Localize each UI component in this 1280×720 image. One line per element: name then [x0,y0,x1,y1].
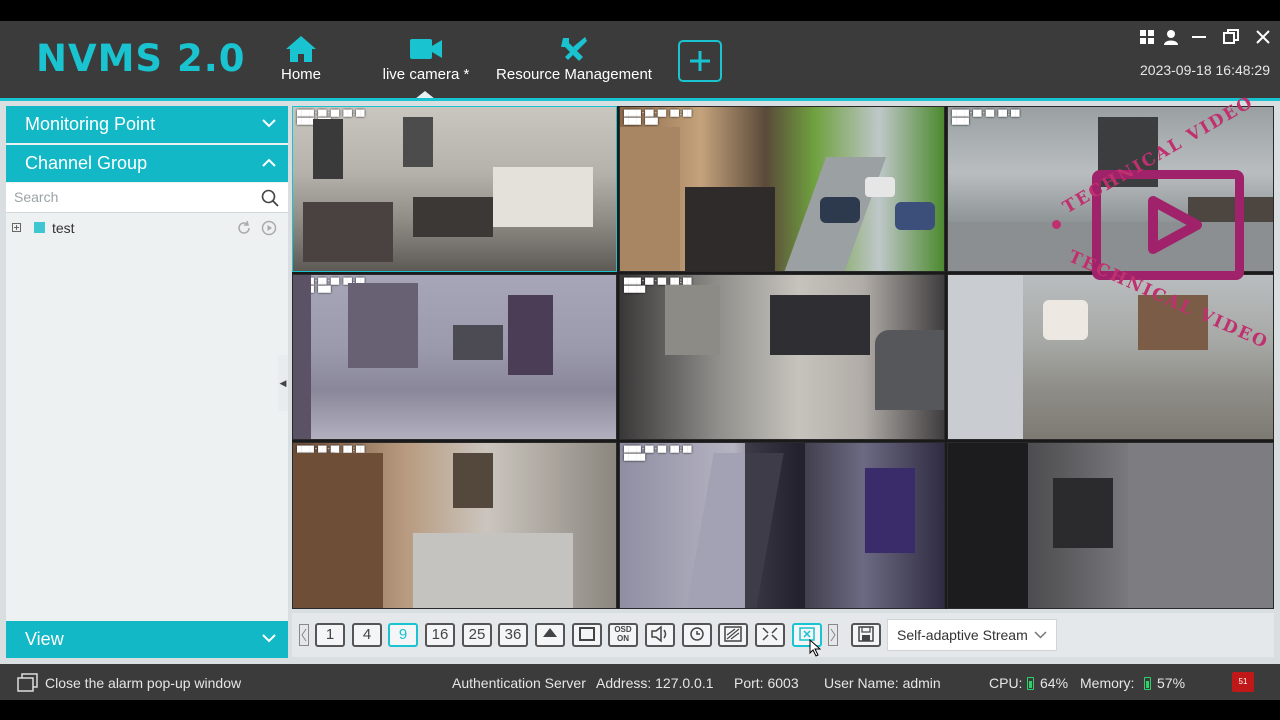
layout-25-button[interactable]: 25 [462,623,492,647]
scroll-left-icon[interactable] [299,624,309,646]
osd-overlay: ▇▇▇▇-▇▇-▇▇ ▇▇:▇▇▇▇▇▇ [952,109,1020,125]
restore-icon[interactable] [1223,29,1239,45]
layout-9-button[interactable]: 9 [388,623,418,647]
minimize-icon[interactable] [1191,29,1207,45]
audio-button[interactable] [645,623,675,647]
layout-36-button[interactable]: 36 [498,623,528,647]
memory-meter: 57% [1144,675,1185,691]
user-icon[interactable] [1163,29,1179,45]
search-input[interactable] [14,183,254,211]
view-label: View [25,629,64,649]
fit-window-button[interactable] [755,623,785,647]
group-icon [34,222,45,233]
popup-window-icon[interactable] [17,673,38,692]
play-icon [1148,196,1202,254]
tree-item-test[interactable]: test [6,218,288,238]
nav-home[interactable]: Home [276,35,326,95]
layout-4-button[interactable]: 4 [352,623,382,647]
video-camera-icon [410,39,442,59]
sidebar-collapse-handle[interactable]: ◀ [278,355,288,411]
video-tile[interactable]: ▇▇▇▇-▇▇-▇▇ ▇▇:▇▇▇▇▇▇▇ [619,274,945,440]
stream-select-value: Self-adaptive Stream [897,627,1028,643]
search-icon[interactable] [261,189,279,207]
add-tab-button[interactable] [678,40,722,82]
video-tile[interactable]: ▇▇▇▇-▇▇-▇▇ ▇▇:▇▇▇▇▇▇ ▇▇▇ [292,106,617,272]
expand-arrows-icon [762,627,778,641]
fullscreen-button[interactable] [572,623,602,647]
clock: 2023-09-18 16:48:29 [1140,62,1270,78]
app-logo: NVMS 2.0 [36,37,246,80]
video-tile[interactable]: ▇▇▇▇-▇▇-▇▇ ▇▇:▇▇▇▇▇▇ [947,442,1274,609]
close-icon[interactable] [1255,29,1271,45]
video-tile[interactable]: ▇▇▇▇-▇▇-▇▇ ▇▇:▇▇▇▇▇▇ ▇▇▇ [619,106,945,272]
chevron-up-icon [262,158,276,167]
search-box [6,183,288,213]
app-window: NVMS 2.0 Home live camera * Resource Man… [0,0,1280,720]
snapshot-button[interactable] [682,623,712,647]
view-header[interactable]: View [6,621,288,658]
save-icon [858,626,874,642]
cpu-value: 64% [1040,675,1069,691]
eject-button[interactable] [535,623,565,647]
status-bar: Close the alarm pop-up window Authentica… [0,664,1280,700]
plus-icon [690,51,710,71]
channel-group-label: Channel Group [25,153,148,173]
chevron-down-icon [262,634,276,643]
video-tile[interactable]: ▇▇▇▇-▇▇-▇▇ ▇▇:▇▇▇▇▇▇▇ [619,442,945,609]
auth-server-label: Authentication Server [452,675,586,691]
video-tile[interactable]: ▇▇▇▇-▇▇-▇▇ ▇▇:▇▇▇▇▇▇ ▇▇▇▇ [292,442,617,609]
video-tile[interactable]: ▇▇▇▇-▇▇-▇▇ ▇▇:▇▇▇▇▇▇▇ [947,274,1274,440]
play-circle-icon[interactable] [261,220,277,236]
close-alarm-popup-link[interactable]: Close the alarm pop-up window [45,675,241,691]
expand-icon[interactable] [12,223,21,232]
speaker-icon [651,625,667,643]
refresh-icon[interactable] [236,220,252,236]
layout-1-button[interactable]: 1 [315,623,345,647]
nav-home-label: Home [280,66,321,83]
eject-icon [543,628,557,637]
nav-resource-management[interactable]: Resource Management [492,35,656,95]
osd-overlay: ▇▇▇▇-▇▇-▇▇ ▇▇:▇▇▇▇▇▇▇ [624,445,692,461]
live-toolbar: 1 4 9 16 25 36 OSD ON Self-adaptive Stre… [292,613,1274,657]
fisheye-button[interactable] [718,623,748,647]
title-bar: NVMS 2.0 Home live camera * Resource Man… [0,21,1280,99]
chevron-down-icon [262,119,276,128]
tree-item-label: test [52,220,75,236]
battery-icon [1144,677,1151,690]
chevron-down-icon [1034,631,1047,639]
screen-icon [579,627,595,641]
memory-value: 57% [1157,675,1186,691]
osd-toggle-button[interactable]: OSD ON [608,623,638,647]
sidebar: Monitoring Point Channel Group test View [6,106,288,658]
nav-live-camera[interactable]: live camera * [376,35,476,95]
save-view-button[interactable] [851,623,881,647]
user-name: User Name: admin [824,675,941,691]
stream-select[interactable]: Self-adaptive Stream [887,619,1057,651]
grid-menu-icon[interactable] [1139,29,1155,45]
watermark-dot [1052,220,1061,229]
home-icon [286,36,316,62]
battery-icon [1027,677,1034,690]
nav-live-camera-label: live camera * [382,66,470,83]
monitoring-point-header[interactable]: Monitoring Point [6,106,288,143]
cpu-label: CPU: [989,675,1023,691]
hatch-icon [724,626,742,642]
cpu-meter: 64% [1027,675,1068,691]
server-port: Port: 6003 [734,675,799,691]
osd-overlay: ▇▇▇▇-▇▇-▇▇ ▇▇:▇▇▇▇▇▇ ▇▇▇ [624,109,692,125]
monitoring-point-label: Monitoring Point [25,114,156,134]
scroll-right-icon[interactable] [828,624,838,646]
nav-resource-management-label: Resource Management [496,66,652,83]
channel-group-header[interactable]: Channel Group [6,145,288,182]
osd-toggle-label: OSD ON [614,625,632,643]
alarm-badge[interactable]: 51 [1232,672,1254,692]
layout-16-button[interactable]: 16 [425,623,455,647]
video-tile[interactable]: ▇▇▇▇-▇▇-▇▇ ▇▇:▇▇▇▇▇▇ ▇▇▇ [292,274,617,440]
server-address: Address: 127.0.0.1 [596,675,714,691]
tools-icon [561,37,587,61]
mouse-cursor-icon [809,639,821,657]
clock-icon [690,627,704,641]
memory-label: Memory: [1080,675,1135,691]
